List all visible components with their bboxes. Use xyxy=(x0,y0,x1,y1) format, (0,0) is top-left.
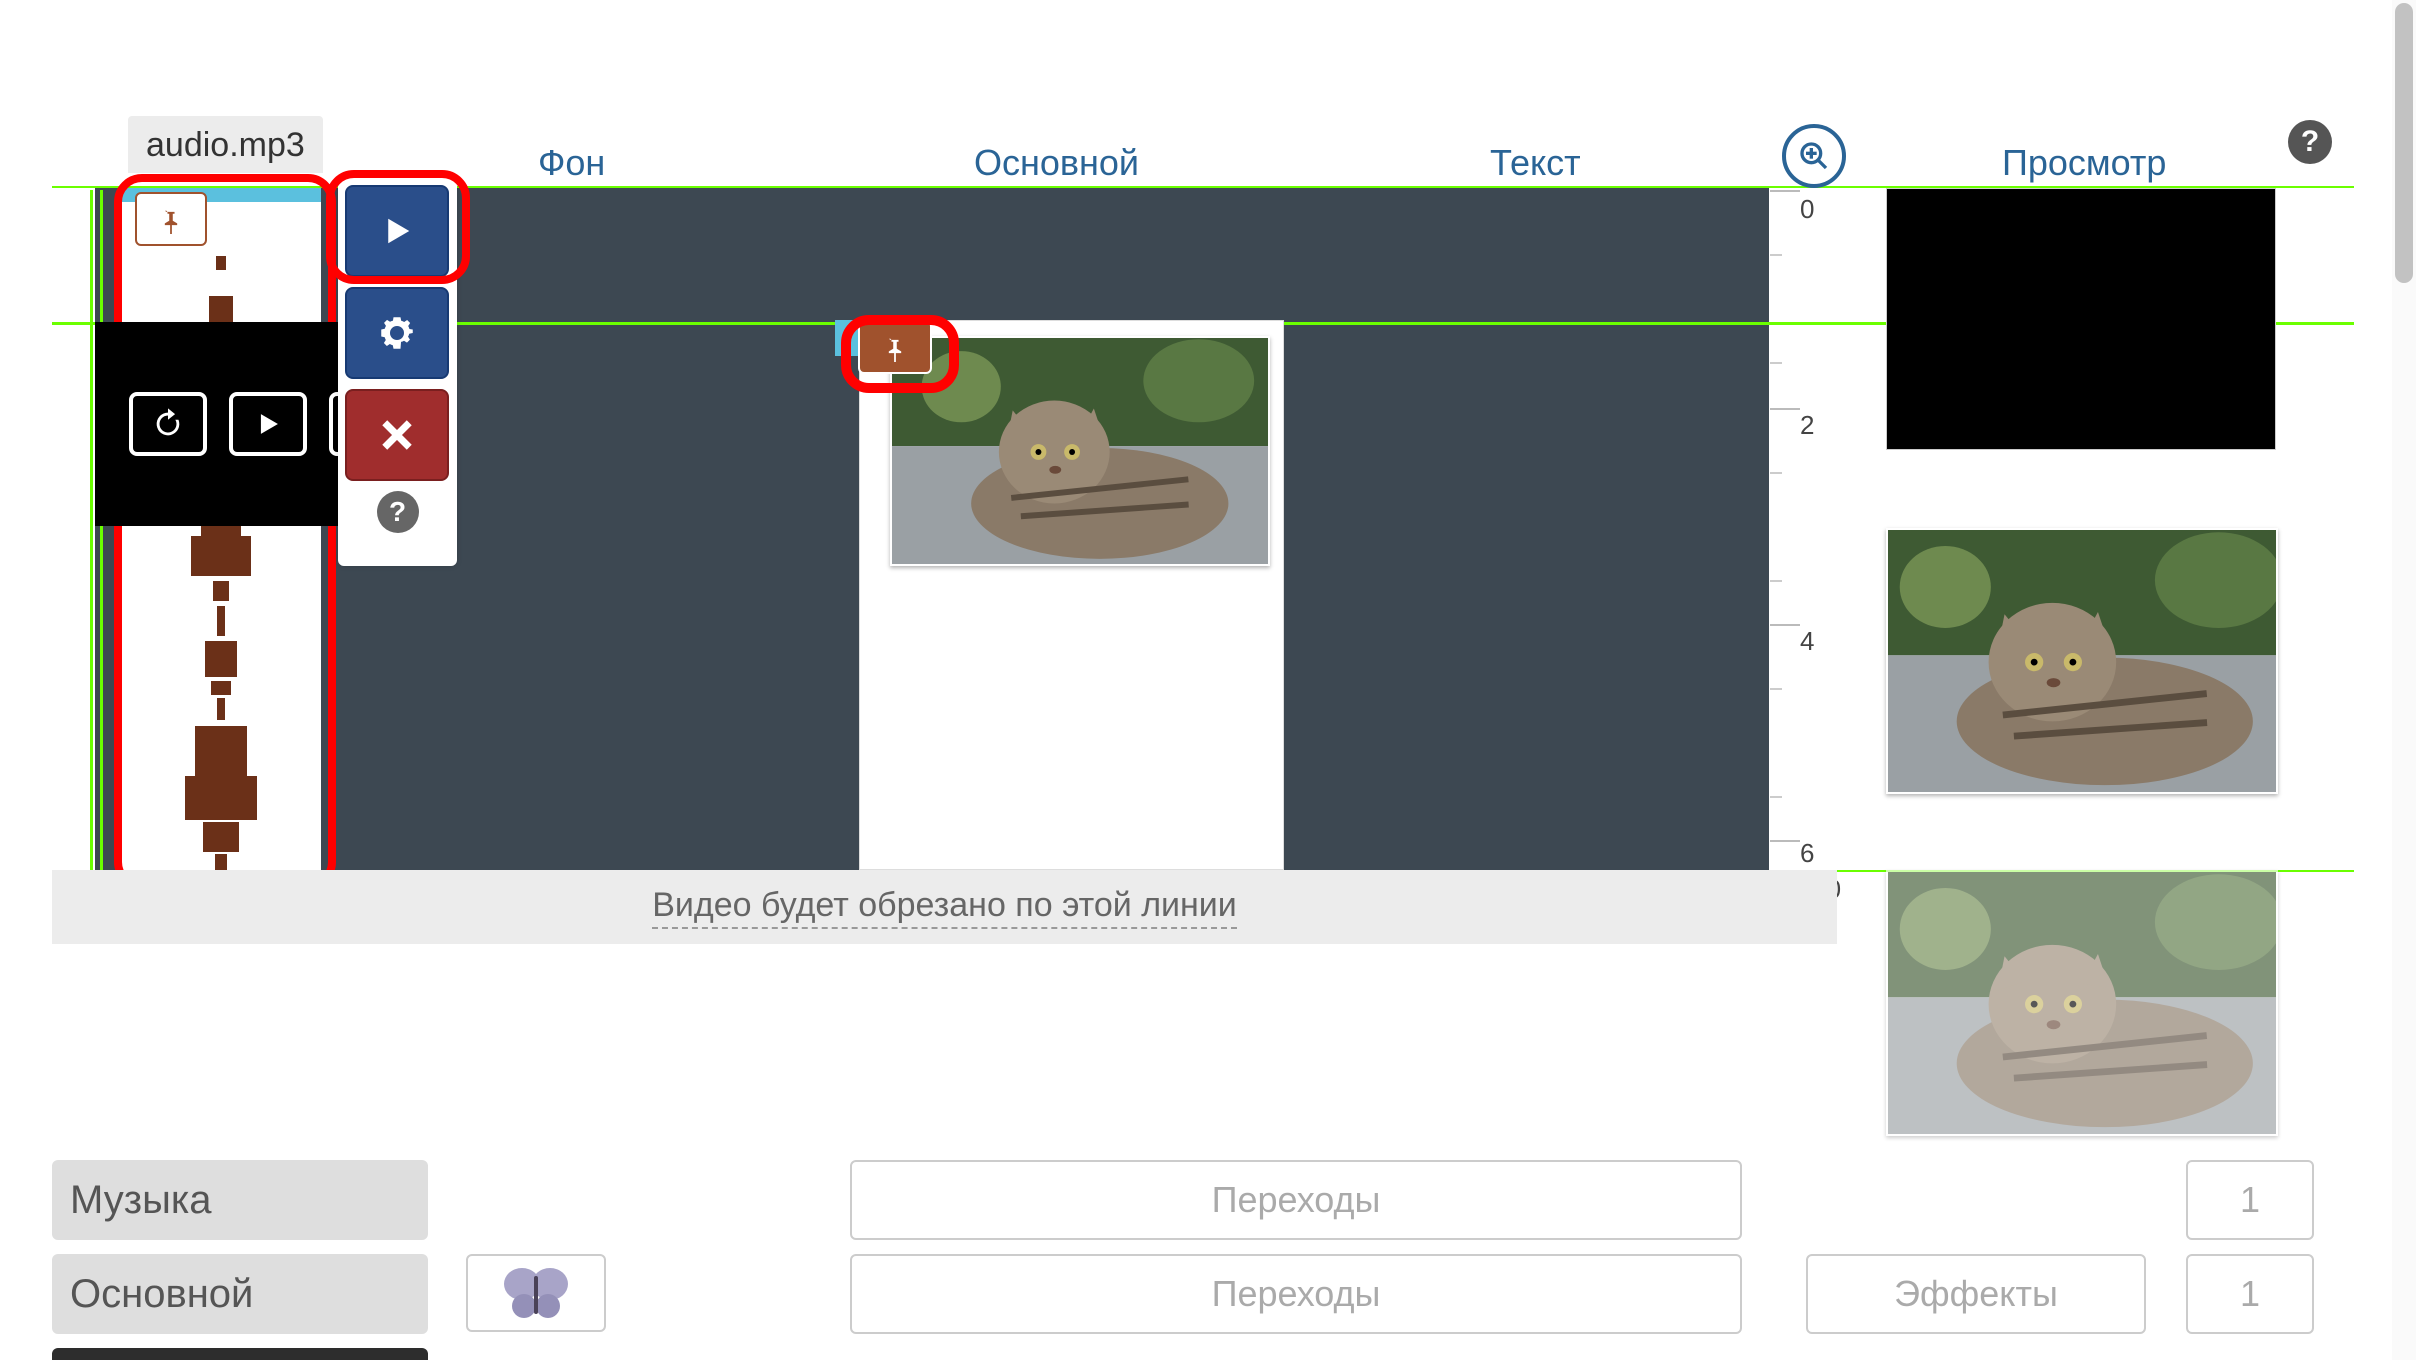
ruler-tick xyxy=(1770,688,1782,690)
main-clip-pin-button[interactable] xyxy=(858,320,932,374)
preview-frame-0[interactable] xyxy=(1886,188,2276,450)
column-header-main[interactable]: Основной xyxy=(974,142,1139,184)
ruler-tick xyxy=(1770,362,1782,364)
gear-icon xyxy=(376,312,418,354)
butterfly-icon xyxy=(500,1262,572,1324)
column-header-background[interactable]: Фон xyxy=(538,142,605,184)
pin-icon xyxy=(874,326,916,368)
section-music-label[interactable]: Музыка xyxy=(52,1160,428,1240)
reload-icon xyxy=(151,407,185,441)
ruler-tick xyxy=(1770,190,1800,192)
audio-clip-start-marker[interactable] xyxy=(90,190,93,870)
toolbar-settings-button[interactable] xyxy=(345,287,449,379)
help-button[interactable]: ? xyxy=(2288,120,2332,164)
audio-pin-button[interactable] xyxy=(135,192,207,246)
transitions-dropdown-1[interactable]: Переходы xyxy=(850,1160,1742,1240)
cat-image xyxy=(1888,530,2276,792)
ruler-tick xyxy=(1770,840,1800,842)
cat-image xyxy=(892,338,1268,564)
media-thumbnail-butterfly[interactable] xyxy=(466,1254,606,1332)
audio-clip-marker[interactable] xyxy=(100,190,103,870)
ruler-tick xyxy=(1770,580,1782,582)
main-clip-thumbnail[interactable] xyxy=(890,336,1270,566)
clip-toolbar: ? xyxy=(338,178,457,566)
pin-icon xyxy=(150,198,192,240)
time-ruler xyxy=(1769,188,1837,870)
ruler-tick xyxy=(1770,796,1782,798)
main-clip-handle[interactable] xyxy=(835,320,859,356)
toolbar-play-button[interactable] xyxy=(345,185,449,277)
page-scrollbar-thumb[interactable] xyxy=(2395,3,2413,283)
close-icon xyxy=(376,414,418,456)
column-header-text[interactable]: Текст xyxy=(1490,142,1581,184)
tab-audio[interactable]: audio.mp3 xyxy=(128,116,323,173)
ruler-tick xyxy=(1770,408,1800,410)
popup-play-button[interactable] xyxy=(229,392,307,456)
play-icon xyxy=(251,407,285,441)
section-next-label[interactable] xyxy=(52,1348,428,1360)
ruler-label-2: 2 xyxy=(1800,410,1814,441)
column-header-preview: Просмотр xyxy=(2002,142,2166,184)
ruler-label-4: 4 xyxy=(1800,626,1814,657)
preview-frame-1[interactable] xyxy=(1886,528,2278,794)
ruler-label-0: 0 xyxy=(1800,194,1814,225)
count-field-1[interactable]: 1 xyxy=(2186,1160,2314,1240)
preview-frame-2[interactable] xyxy=(1886,870,2278,1136)
effects-dropdown[interactable]: Эффекты xyxy=(1806,1254,2146,1334)
ruler-label-6: 6 xyxy=(1800,838,1814,869)
ruler-tick xyxy=(1770,254,1782,256)
cat-image xyxy=(1888,872,2276,1134)
play-icon xyxy=(376,210,418,252)
popup-reload-button[interactable] xyxy=(129,392,207,456)
ruler-tick xyxy=(1770,472,1782,474)
section-main-label[interactable]: Основной xyxy=(52,1254,428,1334)
zoom-in-button[interactable] xyxy=(1782,124,1846,188)
toolbar-help-button[interactable]: ? xyxy=(377,491,419,533)
page-scrollbar-track[interactable] xyxy=(2392,0,2416,1360)
transitions-dropdown-2[interactable]: Переходы xyxy=(850,1254,1742,1334)
zoom-in-icon xyxy=(1798,140,1830,172)
crop-message-bar: Видео будет обрезано по этой линии xyxy=(52,870,1837,944)
toolbar-delete-button[interactable] xyxy=(345,389,449,481)
crop-message-link[interactable]: Видео будет обрезано по этой линии xyxy=(652,886,1237,929)
count-field-2[interactable]: 1 xyxy=(2186,1254,2314,1334)
ruler-tick xyxy=(1770,624,1800,626)
